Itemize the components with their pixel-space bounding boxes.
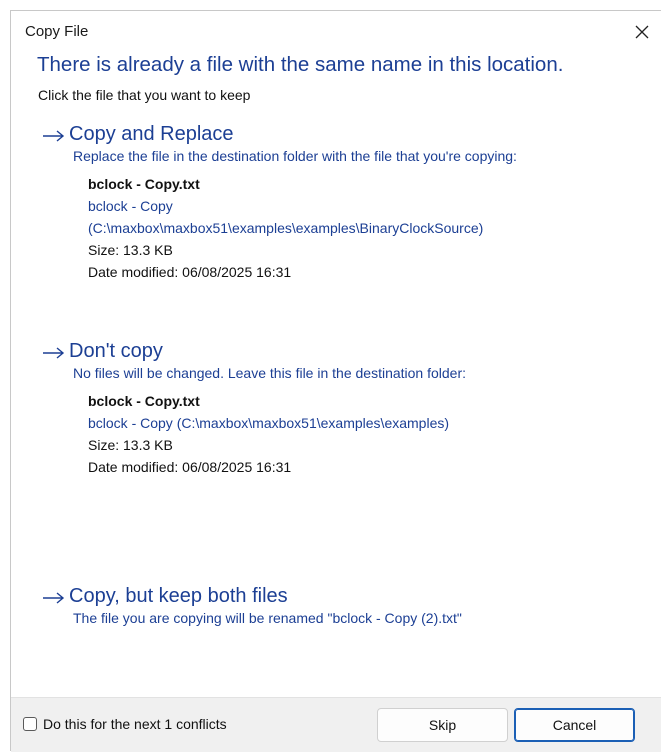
option-description: The file you are copying will be renamed… <box>73 610 462 626</box>
arrow-right-icon <box>43 591 65 604</box>
option-title: Copy and Replace <box>69 123 234 145</box>
arrow-right-icon <box>43 129 65 142</box>
dont-copy-option[interactable]: Don't copy No files will be changed. Lea… <box>42 340 466 478</box>
cancel-button[interactable]: Cancel <box>514 708 635 742</box>
file-name: bclock - Copy.txt <box>88 176 200 192</box>
window-title: Copy File <box>25 23 89 40</box>
destination-file-info: bclock - Copy.txt bclock - Copy (C:\maxb… <box>88 390 466 478</box>
checkbox-label: Do this for the next 1 conflicts <box>43 716 227 732</box>
option-description: No files will be changed. Leave this fil… <box>73 365 467 381</box>
checkbox-box[interactable] <box>23 717 37 731</box>
file-path: bclock - Copy <box>88 198 173 214</box>
option-description: Replace the file in the destination fold… <box>73 148 517 164</box>
close-icon <box>635 25 649 39</box>
file-path: bclock - Copy (C:\maxbox\maxbox51\exampl… <box>88 415 450 431</box>
option-title: Copy, but keep both files <box>69 585 288 607</box>
conflict-subhead: Click the file that you want to keep <box>38 87 251 103</box>
file-name: bclock - Copy.txt <box>88 393 200 409</box>
title-bar: Copy File <box>11 11 661 53</box>
conflict-headline: There is already a file with the same na… <box>37 53 564 76</box>
keep-both-option[interactable]: Copy, but keep both files The file you a… <box>42 585 462 626</box>
close-button[interactable] <box>627 17 657 47</box>
file-date-modified: Date modified: 06/08/2025 16:31 <box>88 264 292 280</box>
dialog-footer: Do this for the next 1 conflicts Skip Ca… <box>11 697 661 752</box>
copy-file-dialog: Copy File There is already a file with t… <box>10 10 661 752</box>
arrow-right-icon <box>43 346 65 359</box>
copy-and-replace-option[interactable]: Copy and Replace Replace the file in the… <box>42 123 517 283</box>
file-date-modified: Date modified: 06/08/2025 16:31 <box>88 459 292 475</box>
option-title: Don't copy <box>69 340 163 362</box>
file-path-continued: (C:\maxbox\maxbox51\examples\examples\Bi… <box>88 220 484 236</box>
apply-to-all-checkbox[interactable]: Do this for the next 1 conflicts <box>23 716 227 732</box>
source-file-info: bclock - Copy.txt bclock - Copy (C:\maxb… <box>88 173 517 283</box>
file-size: Size: 13.3 KB <box>88 437 173 453</box>
file-size: Size: 13.3 KB <box>88 242 173 258</box>
skip-button[interactable]: Skip <box>377 708 508 742</box>
